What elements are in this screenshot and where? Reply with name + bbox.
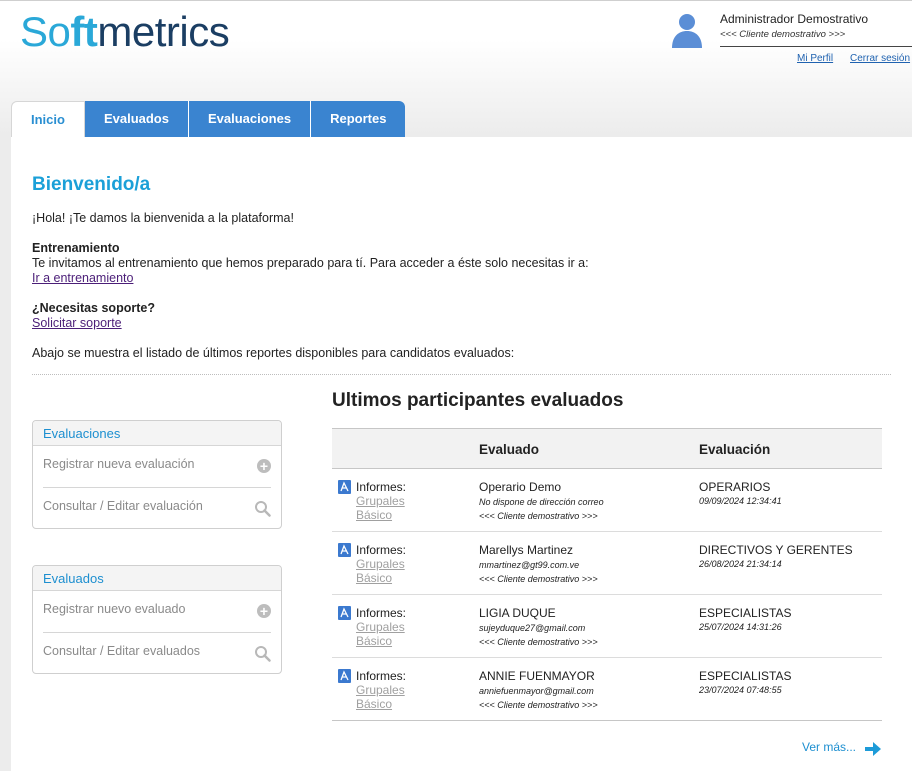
welcome-greeting: ¡Hola! ¡Te damos la bienvenida a la plat… bbox=[32, 211, 294, 225]
see-more-link[interactable]: Ver más... bbox=[802, 740, 856, 754]
section-divider bbox=[32, 374, 891, 375]
plus-icon: + bbox=[257, 459, 271, 473]
informes-label: Informes: bbox=[356, 669, 407, 683]
pdf-icon[interactable] bbox=[338, 543, 351, 557]
softmetrics-logo[interactable]: So ftmetrics bbox=[20, 8, 230, 55]
evaluee-client: <<< Cliente demostrativo >>> bbox=[479, 511, 598, 521]
edit-evaluees-button[interactable]: Consultar / Editar evaluados bbox=[43, 632, 271, 673]
search-icon bbox=[255, 501, 271, 517]
evaluee-client: <<< Cliente demostrativo >>> bbox=[479, 637, 598, 647]
main-tabs: Inicio Evaluados Evaluaciones Reportes bbox=[11, 101, 406, 138]
support-link[interactable]: Solicitar soporte bbox=[32, 316, 122, 330]
informes-label: Informes: bbox=[356, 480, 407, 494]
edit-evaluees-label: Consultar / Editar evaluados bbox=[43, 644, 201, 658]
evaluados-box-title: Evaluados bbox=[33, 566, 281, 591]
informes-label: Informes: bbox=[356, 606, 407, 620]
register-evaluation-label: Registrar nueva evaluación bbox=[43, 457, 195, 471]
tab-evaluaciones[interactable]: Evaluaciones bbox=[188, 101, 312, 137]
basico-report-link[interactable]: Básico bbox=[356, 508, 392, 522]
page-title: Bienvenido/a bbox=[32, 174, 151, 195]
evaluados-box: Evaluados Registrar nuevo evaluado + Con… bbox=[32, 565, 282, 674]
training-text: Te invitamos al entrenamiento que hemos … bbox=[32, 256, 589, 270]
tab-inicio[interactable]: Inicio bbox=[11, 101, 85, 138]
table-row: Informes: Grupales Básico Operario Demo … bbox=[332, 469, 882, 532]
latest-evaluated-title: Ultimos participantes evaluados bbox=[332, 390, 624, 411]
evaluation-date: 26/08/2024 21:34:14 bbox=[699, 559, 782, 569]
user-divider bbox=[720, 46, 912, 47]
plus-icon: + bbox=[257, 604, 271, 618]
grupales-report-link[interactable]: Grupales bbox=[356, 620, 405, 634]
user-area: Administrador Demostrativo <<< Cliente d… bbox=[668, 6, 912, 66]
logo-metrics: metrics bbox=[97, 8, 230, 55]
informes-label: Informes: bbox=[356, 543, 407, 557]
evaluation-date: 23/07/2024 07:48:55 bbox=[699, 685, 782, 695]
training-heading: Entrenamiento bbox=[32, 241, 120, 255]
logout-link[interactable]: Cerrar sesión bbox=[850, 53, 910, 64]
table-row: Informes: Grupales Básico ANNIE FUENMAYO… bbox=[332, 658, 882, 721]
logo-letter-s: S bbox=[20, 8, 48, 55]
register-evaluation-button[interactable]: Registrar nueva evaluación + bbox=[33, 446, 281, 487]
evaluee-name: ANNIE FUENMAYOR bbox=[479, 669, 595, 683]
table-header: Evaluado Evaluación bbox=[332, 428, 882, 469]
evaluaciones-box: Evaluaciones Registrar nueva evaluación … bbox=[32, 420, 282, 529]
logo-ft: ft bbox=[70, 8, 98, 55]
list-intro: Abajo se muestra el listado de últimos r… bbox=[32, 346, 515, 360]
support-heading: ¿Necesitas soporte? bbox=[32, 301, 155, 315]
logo-letter-o: o bbox=[48, 10, 71, 54]
user-avatar-icon bbox=[672, 14, 702, 48]
evaluee-client: <<< Cliente demostrativo >>> bbox=[479, 574, 598, 584]
profile-link[interactable]: Mi Perfil bbox=[797, 53, 833, 64]
basico-report-link[interactable]: Básico bbox=[356, 571, 392, 585]
edit-evaluation-button[interactable]: Consultar / Editar evaluación bbox=[43, 487, 271, 528]
grupales-report-link[interactable]: Grupales bbox=[356, 683, 405, 697]
basico-report-link[interactable]: Básico bbox=[356, 634, 392, 648]
evaluation-name: ESPECIALISTAS bbox=[699, 669, 792, 683]
table-row: Informes: Grupales Básico Marellys Marti… bbox=[332, 532, 882, 595]
evaluation-name: OPERARIOS bbox=[699, 480, 771, 494]
basico-report-link[interactable]: Básico bbox=[356, 697, 392, 711]
evaluated-table: Evaluado Evaluación Informes: Grupales B… bbox=[332, 428, 882, 721]
grupales-report-link[interactable]: Grupales bbox=[356, 557, 405, 571]
user-name: Administrador Demostrativo bbox=[720, 12, 869, 26]
evaluee-email: anniefuenmayor@gmail.com bbox=[479, 686, 594, 696]
search-icon bbox=[255, 646, 271, 662]
grupales-report-link[interactable]: Grupales bbox=[356, 494, 405, 508]
arrow-right-icon[interactable] bbox=[864, 740, 882, 758]
evaluation-name: ESPECIALISTAS bbox=[699, 606, 792, 620]
evaluee-name: LIGIA DUQUE bbox=[479, 606, 556, 620]
tab-reportes[interactable]: Reportes bbox=[311, 101, 406, 137]
table-row: Informes: Grupales Básico LIGIA DUQUE su… bbox=[332, 595, 882, 658]
register-evaluee-label: Registrar nuevo evaluado bbox=[43, 602, 186, 616]
evaluee-client: <<< Cliente demostrativo >>> bbox=[479, 700, 598, 710]
top-border bbox=[0, 0, 912, 1]
pdf-icon[interactable] bbox=[338, 480, 351, 494]
bulb-icon bbox=[55, 34, 64, 42]
training-link[interactable]: Ir a entrenamiento bbox=[32, 271, 133, 285]
evaluation-date: 09/09/2024 12:34:41 bbox=[699, 496, 782, 506]
user-client: <<< Cliente demostrativo >>> bbox=[720, 29, 846, 40]
evaluee-name: Marellys Martinez bbox=[479, 543, 574, 557]
pdf-icon[interactable] bbox=[338, 606, 351, 620]
evaluee-email: No dispone de dirección correo bbox=[479, 497, 604, 507]
edit-evaluation-label: Consultar / Editar evaluación bbox=[43, 499, 203, 513]
register-evaluee-button[interactable]: Registrar nuevo evaluado + bbox=[33, 591, 281, 632]
column-header-evaluado: Evaluado bbox=[479, 442, 540, 457]
pdf-icon[interactable] bbox=[338, 669, 351, 683]
main-content: Bienvenido/a ¡Hola! ¡Te damos la bienven… bbox=[11, 137, 912, 771]
tab-evaluados[interactable]: Evaluados bbox=[84, 101, 189, 137]
evaluee-email: mmartinez@gt99.com.ve bbox=[479, 560, 580, 570]
evaluaciones-box-title: Evaluaciones bbox=[33, 421, 281, 446]
evaluee-name: Operario Demo bbox=[479, 480, 562, 494]
logo-o-text: o bbox=[47, 8, 71, 55]
evaluation-name: DIRECTIVOS Y GERENTES bbox=[699, 543, 853, 557]
column-header-evaluacion: Evaluación bbox=[699, 442, 771, 457]
evaluation-date: 25/07/2024 14:31:26 bbox=[699, 622, 782, 632]
evaluee-email: sujeyduque27@gmail.com bbox=[479, 623, 586, 633]
